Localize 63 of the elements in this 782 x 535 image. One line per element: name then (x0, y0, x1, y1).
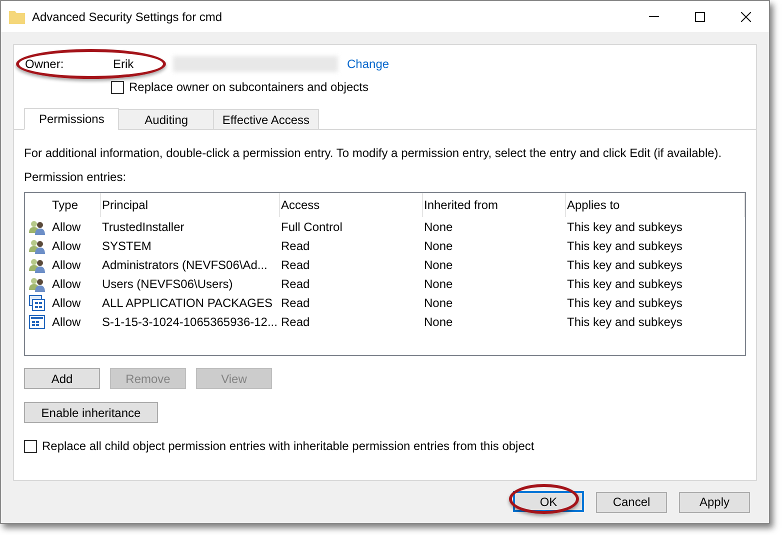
checkbox[interactable] (24, 440, 37, 452)
table-cell-text: TrustedInstaller (101, 218, 186, 236)
users-icon (29, 238, 45, 254)
tab[interactable]: Permissions (24, 108, 120, 130)
table-cell-text: None (423, 218, 454, 236)
table-cell-text: This key and subkeys (566, 238, 684, 254)
checkbox-label: Replace owner on subcontainers and objects (129, 79, 368, 96)
highlight-ellipse (509, 484, 579, 514)
dialog-button[interactable]: Apply (679, 492, 750, 512)
table-cell-text: Read (280, 314, 311, 330)
table-cell-text: Allow (51, 276, 82, 292)
table-cell-text: Allow (51, 256, 82, 274)
table-cell-text: None (423, 294, 454, 312)
table-cell-text: Read (280, 294, 311, 312)
change-link[interactable]: Change (347, 55, 390, 73)
table-cell-text: Read (280, 256, 311, 274)
folder-icon (9, 10, 25, 24)
column-header[interactable]: Type (51, 193, 101, 217)
table-cell-text: Read (280, 238, 311, 254)
table-cell-text: This key and subkeys (566, 294, 684, 312)
table-cell-text: Administrators (NEVFS06\Ad... (101, 256, 268, 274)
checkbox[interactable] (111, 80, 124, 94)
info-text: For additional information, double-click a permission entry. To modify a permission entry, select the entry and click Edit (if available). (24, 145, 723, 162)
minimize-icon (649, 16, 659, 17)
column-header[interactable]: Principal (101, 193, 280, 217)
table-cell-text: This key and subkeys (566, 256, 684, 274)
tab[interactable]: Effective Access (213, 109, 319, 130)
table-cell-text: This key and subkeys (566, 314, 684, 330)
owner-label: Owner: (25, 56, 65, 73)
table-cell-text: SYSTEM (101, 238, 152, 254)
app-grid-icon (29, 314, 45, 330)
table-cell-text: None (423, 314, 454, 330)
users-icon (29, 218, 45, 234)
checkbox-label: Replace all child object permission entries with inheritable permission entries from this object (42, 438, 534, 455)
column-header[interactable]: Inherited from (423, 193, 566, 217)
table-cell-text: ALL APPLICATION PACKAGES (101, 294, 274, 312)
column-header[interactable]: Access (280, 193, 423, 217)
users-icon (29, 256, 45, 272)
tab[interactable]: Auditing (118, 109, 214, 130)
package-icon (29, 294, 45, 310)
column-header[interactable]: Applies to (566, 193, 745, 217)
table-cell-text: Full Control (280, 218, 344, 236)
entries-label: Permission entries: (24, 169, 128, 186)
table-cell-text: This key and subkeys (566, 276, 684, 292)
table-cell-text: Allow (51, 238, 82, 254)
table-cell-text: Users (NEVFS06\Users) (101, 276, 234, 292)
table-cell-text: Allow (51, 294, 82, 312)
table-cell-text: S-1-15-3-1024-1065365936-12... (101, 314, 278, 330)
dialog-button[interactable]: Cancel (596, 492, 667, 512)
maximize-icon (695, 12, 705, 22)
close-icon (741, 12, 751, 22)
table-cell-text: Allow (51, 314, 82, 330)
table-cell-text: None (423, 238, 454, 254)
table-cell-text: Read (280, 276, 311, 292)
table-cell-text: This key and subkeys (566, 218, 684, 236)
table-cell-text: None (423, 276, 454, 292)
enable-inheritance-button[interactable]: Enable inheritance (24, 402, 158, 423)
users-icon (29, 276, 45, 292)
owner-name: Erik (113, 56, 135, 73)
window-title: Advanced Security Settings for cmd (32, 8, 224, 26)
table-cell-text: None (423, 256, 454, 274)
table-cell-text: Allow (51, 218, 82, 236)
entry-button[interactable]: Add (24, 368, 100, 389)
